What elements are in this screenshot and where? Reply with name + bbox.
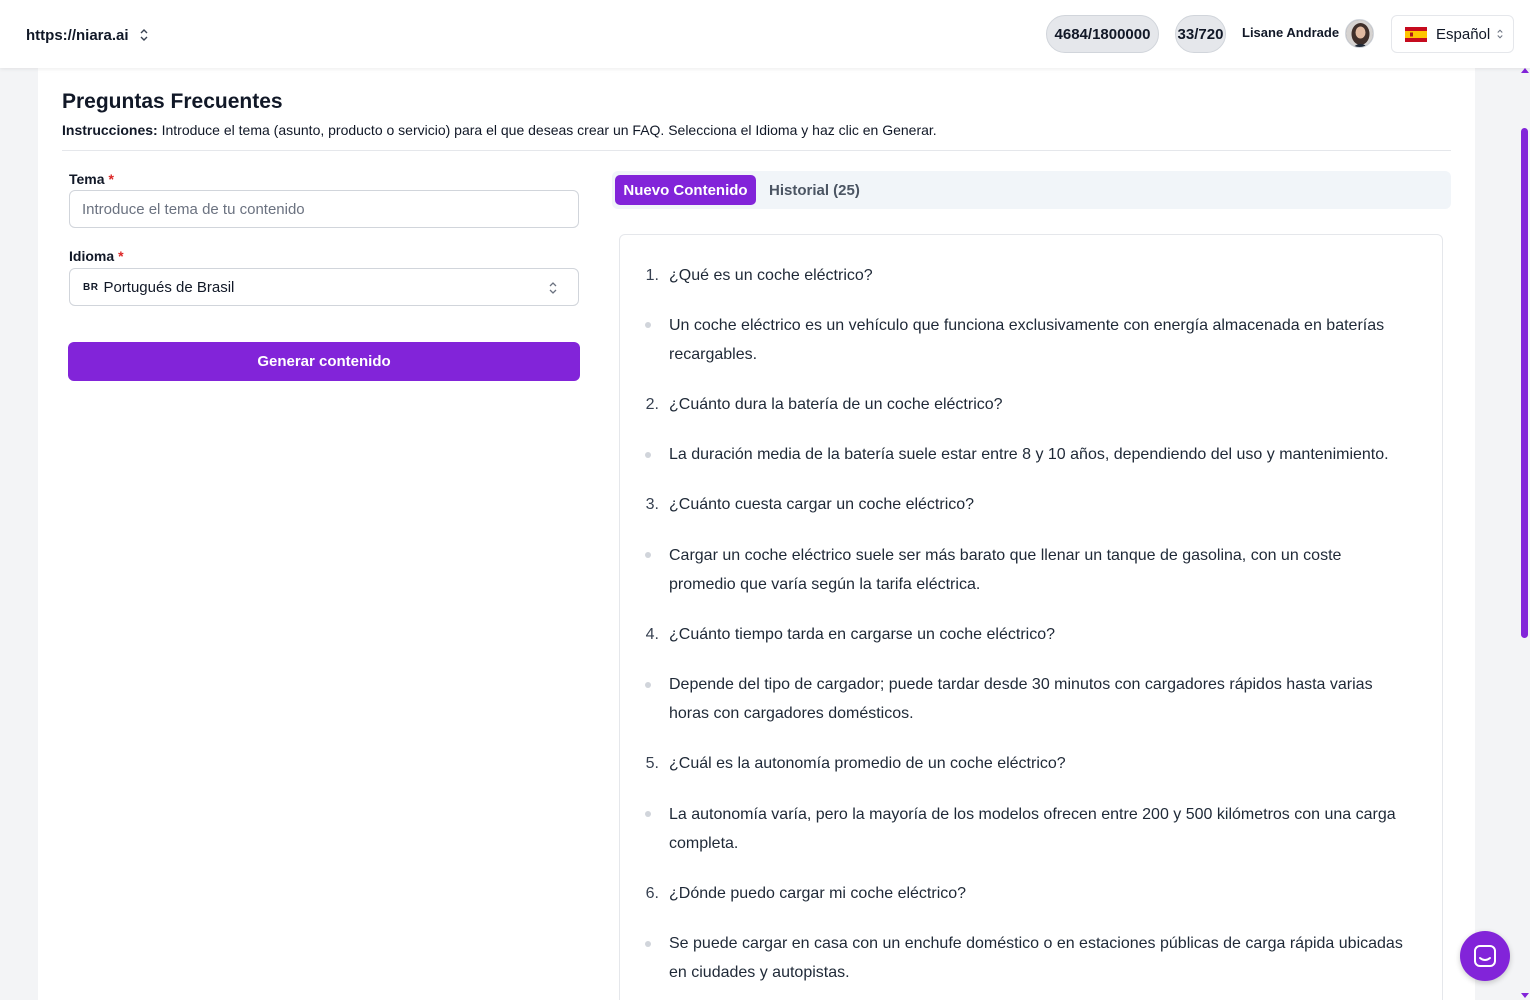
faq-answer-line: completa.	[669, 835, 739, 852]
scroll-down-icon[interactable]	[1521, 993, 1529, 998]
faq-number: 1.	[645, 267, 659, 284]
faq-question: ¿Qué es un coche eléctrico?	[669, 267, 873, 284]
faq-answer-line: La duración media de la batería suele es…	[669, 446, 1389, 463]
instructions: Instrucciones: Introduce el tema (asunto…	[62, 122, 937, 138]
faq-number: 2.	[645, 396, 659, 413]
faq-answer-line: Depende del tipo de cargador; puede tard…	[669, 676, 1373, 693]
chevrons-up-down-icon	[1497, 29, 1503, 39]
bullet-icon	[645, 552, 651, 558]
page-title: Preguntas Frecuentes	[62, 90, 283, 113]
language-select-value: Portugués de Brasil	[103, 278, 235, 296]
topic-input[interactable]	[69, 190, 579, 228]
instructions-label: Instrucciones:	[62, 122, 158, 138]
faq-answer-line: en ciudades y autopistas.	[669, 964, 850, 981]
faq-number: 6.	[645, 885, 659, 902]
language-label: Español	[1436, 25, 1491, 43]
faq-answer-line: horas con cargadores domésticos.	[669, 705, 914, 722]
faq-answer-line: recargables.	[669, 346, 758, 363]
tab-history[interactable]: Historial (25)	[769, 175, 860, 205]
bullet-icon	[645, 941, 651, 947]
language-select[interactable]: BR Portugués de Brasil	[69, 268, 579, 306]
scroll-up-icon[interactable]	[1521, 68, 1529, 73]
spain-flag-icon	[1405, 26, 1427, 42]
avatar[interactable]	[1345, 19, 1374, 48]
bullet-icon	[645, 322, 651, 328]
language-label-text: Idioma	[69, 248, 115, 264]
faq-answer-line: promedio que varía según la tarifa eléct…	[669, 576, 981, 593]
tabs: Nuevo Contenido Historial (25)	[612, 171, 1451, 209]
required-mark: *	[108, 171, 114, 187]
divider	[62, 150, 1451, 151]
bullet-icon	[645, 682, 651, 688]
faq-question: ¿Cuánto dura la batería de un coche eléc…	[669, 396, 1003, 413]
faq-question: ¿Cuánto tiempo tarda en cargarse un coch…	[669, 626, 1055, 643]
bullet-icon	[645, 811, 651, 817]
images-counter-badge[interactable]: 33/720	[1175, 15, 1226, 53]
topic-label-text: Tema	[69, 171, 105, 187]
faq-answer-line: La autonomía varía, pero la mayoría de l…	[669, 806, 1396, 823]
language-selector[interactable]: Español	[1391, 15, 1514, 53]
topic-label: Tema *	[69, 171, 114, 187]
faq-answer-line: Un coche eléctrico es un vehículo que fu…	[669, 317, 1385, 334]
tab-new-content[interactable]: Nuevo Contenido	[615, 175, 756, 205]
language-code: BR	[83, 281, 99, 293]
faq-number: 4.	[645, 626, 659, 643]
faq-question: ¿Cuál es la autonomía promedio de un coc…	[669, 755, 1066, 772]
site-url: https://niara.ai	[26, 26, 129, 44]
chevrons-up-down-icon	[140, 29, 148, 41]
faq-number: 3.	[645, 496, 659, 513]
scrollbar-thumb[interactable]	[1521, 128, 1528, 638]
faq-number: 5.	[645, 755, 659, 772]
instructions-text: Introduce el tema (asunto, producto o se…	[157, 122, 937, 138]
user-avatar-icon	[1346, 20, 1373, 47]
bullet-icon	[645, 452, 651, 458]
faq-question: ¿Cuánto cuesta cargar un coche eléctrico…	[669, 496, 975, 513]
language-field-label: Idioma *	[69, 248, 124, 264]
faq-answer-line: Cargar un coche eléctrico suele ser más …	[669, 547, 1342, 564]
faq-question: ¿Dónde puedo cargar mi coche eléctrico?	[669, 885, 967, 902]
generate-button[interactable]: Generar contenido	[68, 342, 580, 381]
chat-icon	[1474, 945, 1496, 967]
required-mark: *	[118, 248, 124, 264]
user-name[interactable]: Lisane Andrade	[1242, 25, 1339, 40]
top-bar: https://niara.ai 4684/1800000 33/720 Lis…	[0, 0, 1530, 68]
faq-answer-line: Se puede cargar en casa con un enchufe d…	[669, 935, 1403, 952]
chevrons-up-down-icon	[549, 282, 557, 294]
words-counter-badge[interactable]: 4684/1800000	[1046, 15, 1159, 53]
site-selector[interactable]: https://niara.ai	[26, 22, 149, 48]
chat-launcher-button[interactable]	[1460, 931, 1510, 981]
